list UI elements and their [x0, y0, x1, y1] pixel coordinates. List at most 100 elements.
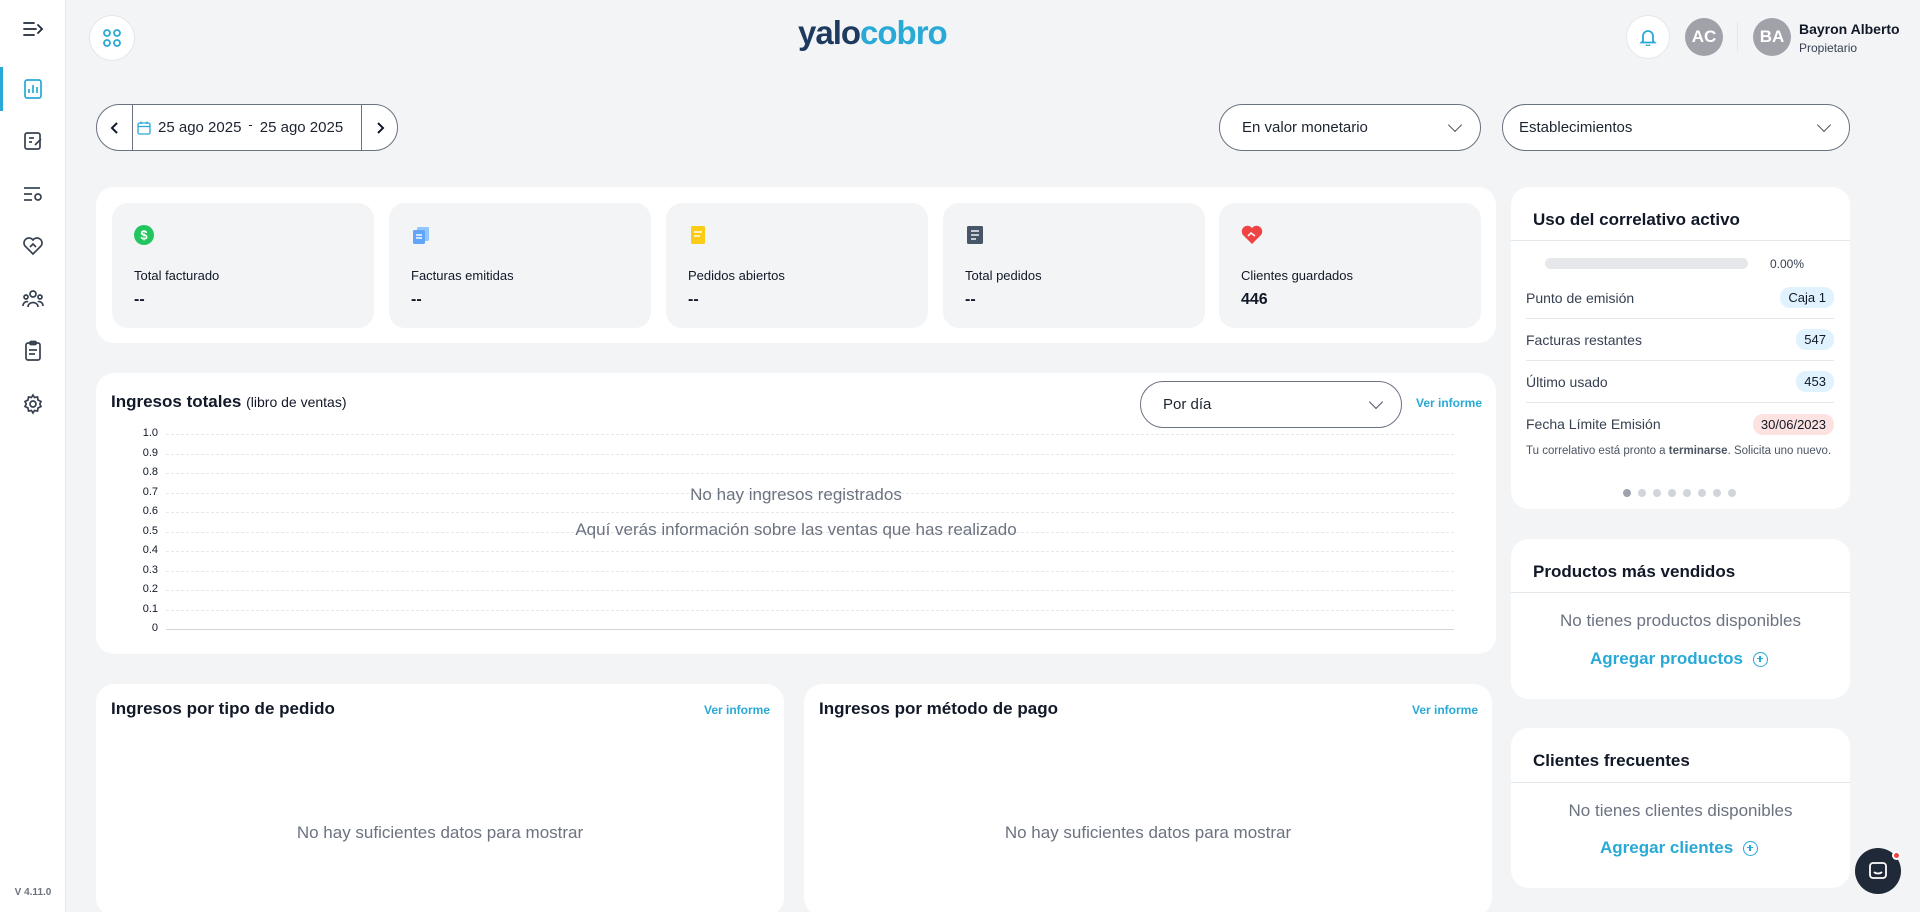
value-mode-select[interactable]: En valor monetario — [1219, 104, 1481, 151]
y-tick-label: 0.4 — [142, 544, 158, 556]
row-label: Último usado — [1526, 373, 1608, 390]
calendar-icon — [137, 121, 151, 135]
y-tick-label: 1.0 — [142, 427, 158, 439]
row-value: 30/06/2023 — [1752, 413, 1834, 435]
gridline — [166, 590, 1454, 591]
correlativo-progress-label: 0.00% — [1770, 257, 1805, 271]
gridline — [166, 453, 1454, 455]
bell-icon — [1639, 30, 1657, 46]
y-tick-label: 0.2 — [142, 583, 158, 595]
gridline — [166, 434, 1454, 435]
add-clients-button[interactable]: Agregar clientes — [1600, 838, 1759, 858]
app-logo[interactable]: yalocobro — [798, 14, 948, 52]
payment-method-report-link[interactable]: Ver informe — [1412, 703, 1478, 717]
carousel-dot[interactable] — [1623, 489, 1631, 497]
carousel-dot[interactable] — [1713, 489, 1721, 497]
carousel-dot[interactable] — [1638, 489, 1646, 497]
documents-icon — [411, 225, 431, 245]
y-tick-label: 0.8 — [142, 466, 158, 478]
dollar-icon: $ — [134, 225, 154, 245]
user-name[interactable]: Bayron Alberto — [1799, 21, 1900, 37]
sidebar-item-orders[interactable] — [0, 329, 66, 373]
y-tick-label: 0.7 — [142, 485, 158, 498]
user-avatar[interactable]: BA — [1753, 18, 1791, 56]
plus-circle-icon — [1743, 840, 1759, 856]
establishments-select[interactable]: Establecimientos — [1502, 104, 1850, 151]
sidebar-item-dashboard[interactable] — [0, 67, 66, 111]
order-type-title: Ingresos por tipo de pedido — [111, 699, 335, 718]
date-range-field[interactable]: 25 ago 2025 - 25 ago 2025 — [133, 117, 361, 136]
kpi-total-facturado[interactable]: $ Total facturado -- — [112, 203, 374, 328]
y-tick-label: 0.5 — [142, 524, 158, 537]
gridline — [166, 551, 1454, 552]
carousel-dot[interactable] — [1683, 489, 1691, 497]
kpi-facturas-emitidas[interactable]: Facturas emitidas -- — [389, 203, 651, 328]
previous-range-button[interactable] — [97, 105, 133, 150]
income-title-text: Ingresos totales — [111, 392, 242, 411]
gridline — [166, 570, 1454, 572]
kpi-label: Facturas emitidas — [411, 268, 514, 283]
gridline — [166, 512, 1454, 513]
apps-menu-button[interactable] — [89, 15, 135, 61]
income-report-link[interactable]: Ver informe — [1416, 396, 1482, 410]
frequent-clients-title: Clientes frecuentes — [1533, 751, 1690, 770]
carousel-dot[interactable] — [1728, 489, 1736, 497]
row-label: Punto de emisión — [1526, 289, 1635, 306]
chevron-left-icon — [110, 121, 118, 134]
clipboard-icon — [25, 340, 41, 361]
kpi-label: Total pedidos — [965, 268, 1042, 283]
note-bold: terminarse — [1668, 445, 1728, 457]
period-select[interactable]: Por día — [1140, 381, 1402, 428]
divider — [1511, 592, 1850, 593]
user-role: Propietario — [1799, 41, 1858, 55]
carousel-dot[interactable] — [1653, 489, 1661, 497]
order-type-report-link[interactable]: Ver informe — [704, 703, 770, 717]
correlativo-note: Tu correlativo está pronto a terminarse.… — [1526, 444, 1834, 459]
note-icon — [688, 225, 708, 245]
order-type-empty: No hay suficientes datos para mostrar — [296, 823, 584, 842]
kpi-total-pedidos[interactable]: Total pedidos -- — [943, 203, 1205, 328]
carousel-dot[interactable] — [1668, 489, 1676, 497]
establishments-label: Establecimientos — [1519, 119, 1633, 136]
sidebar-item-filters-settings[interactable] — [0, 172, 66, 216]
sidebar-toggle-icon[interactable] — [22, 18, 46, 42]
add-products-label: Agregar productos — [1590, 649, 1744, 668]
team-icon — [22, 290, 44, 308]
header-divider — [1737, 22, 1738, 52]
kpi-label: Clientes guardados — [1241, 268, 1354, 283]
sidebar-item-settings[interactable] — [0, 382, 66, 426]
chevron-right-icon — [376, 121, 384, 134]
row-label: Facturas restantes — [1526, 331, 1642, 348]
notifications-button[interactable] — [1626, 15, 1670, 59]
date-start: 25 ago 2025 — [158, 119, 242, 136]
kpi-value: 446 — [1241, 291, 1268, 308]
income-title: Ingresos totales (libro de ventas) — [111, 392, 347, 412]
svg-text:$: $ — [140, 228, 148, 243]
divider — [1511, 782, 1850, 783]
sidebar-item-team[interactable] — [0, 277, 66, 321]
secondary-avatar[interactable]: AC — [1685, 18, 1723, 56]
next-range-button[interactable] — [361, 105, 397, 150]
y-tick-label: 0 — [151, 622, 158, 634]
frequent-clients-empty: No tienes clientes disponibles — [1568, 801, 1793, 820]
carousel-dot[interactable] — [1698, 489, 1706, 497]
sidebar-item-clients[interactable] — [0, 224, 66, 268]
sidebar: V 4.11.0 — [0, 0, 66, 912]
value-mode-label: En valor monetario — [1242, 119, 1368, 136]
add-products-button[interactable]: Agregar productos — [1590, 649, 1769, 669]
logo-part-cobro: cobro — [860, 14, 948, 51]
kpi-clientes-guardados[interactable]: Clientes guardados 446 — [1219, 203, 1481, 328]
income-subtitle: (libro de ventas) — [246, 394, 347, 410]
period-label: Por día — [1163, 396, 1212, 413]
chevron-down-icon — [1447, 117, 1463, 133]
chevron-down-icon — [1816, 117, 1832, 133]
correlativo-title: Uso del correlativo activo — [1533, 210, 1740, 229]
payment-method-empty: No hay suficientes datos para mostrar — [1004, 823, 1292, 842]
chart-report-icon — [24, 79, 42, 99]
kpi-pedidos-abiertos[interactable]: Pedidos abiertos -- — [666, 203, 928, 328]
edit-document-icon — [24, 132, 42, 150]
gear-icon — [23, 393, 43, 415]
kpi-value: -- — [411, 291, 422, 308]
sidebar-item-invoices[interactable] — [0, 119, 66, 163]
apps-grid-icon — [103, 29, 121, 47]
